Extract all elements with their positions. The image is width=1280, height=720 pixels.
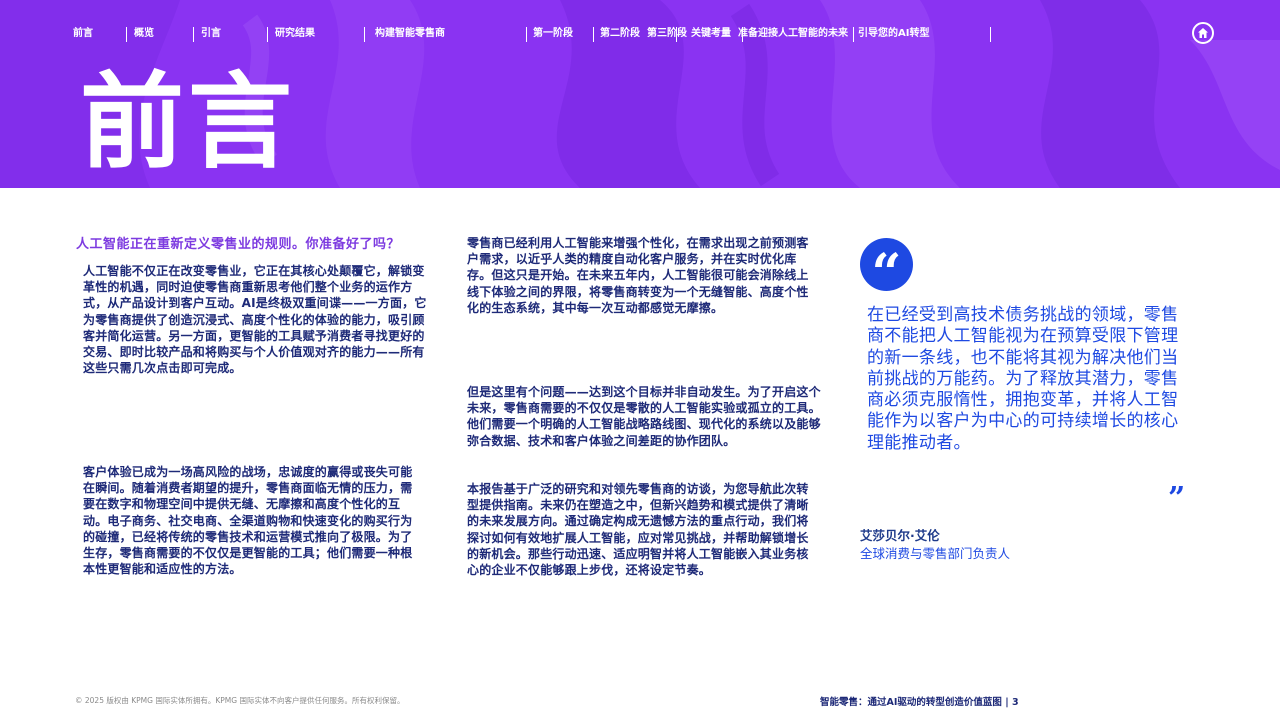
- left-paragraph-2: 客户体验已成为一场高风险的战场，忠诚度的赢得或丧失可能在瞬间。随着消费者期望的提…: [83, 465, 413, 577]
- nav-divider: [267, 27, 268, 42]
- nav-divider: [193, 27, 194, 42]
- nav-item-overview[interactable]: 概览: [134, 28, 154, 40]
- pull-quote: 在已经受到高技术债务挑战的领域，零售商不能把人工智能视为在预算受限下管理的新一条…: [867, 305, 1179, 453]
- nav-divider: [364, 27, 365, 42]
- left-paragraph-1: 人工智能不仅正在改变零售业，它正在其核心处颠覆它，解锁变革性的机遇，同时迫使零售…: [83, 264, 427, 376]
- nav-divider: [990, 27, 991, 42]
- home-icon: [1198, 28, 1208, 38]
- nav-divider: [853, 27, 854, 42]
- nav-divider: [526, 27, 527, 42]
- nav-item-preface[interactable]: 前言: [73, 28, 93, 40]
- nav-item-introduction[interactable]: 引言: [201, 28, 221, 40]
- footer-doc-title: 智能零售：通过AI驱动的转型创造价值蓝图 | 3: [820, 697, 1019, 708]
- nav-item-findings[interactable]: 研究结果: [275, 28, 315, 40]
- header-banner: 前言 概览 引言 研究结果 构建智能零售商 第一阶段 第二阶段 第三阶段 关键考…: [0, 0, 1280, 188]
- open-quote-glyph: “: [871, 242, 902, 304]
- nav-item-phase-three[interactable]: 第三阶段: [647, 28, 687, 40]
- middle-paragraph-2: 但是这里有个问题——达到这个目标并非自动发生。为了开启这个未来，零售商需要的不仅…: [467, 385, 821, 448]
- footer-copyright: © 2025 版权由 KPMG 国际实体所拥有。KPMG 国际实体不向客户提供任…: [75, 696, 405, 705]
- nav-divider: [676, 27, 677, 42]
- open-quote-icon: “: [860, 238, 913, 299]
- section-subheading: 人工智能正在重新定义零售业的规则。你准备好了吗？: [76, 237, 401, 252]
- nav-item-ai-transformation[interactable]: 引导您的AI转型: [858, 28, 929, 40]
- nav-divider: [126, 27, 127, 42]
- close-quote-icon: ”: [1168, 481, 1186, 516]
- middle-paragraph-1: 零售商已经利用人工智能来增强个性化，在需求出现之前预测客户需求，以近乎人类的精度…: [467, 236, 809, 315]
- nav-item-ai-future[interactable]: 准备迎接人工智能的未来: [738, 28, 848, 40]
- nav-item-phase-one[interactable]: 第一阶段: [533, 28, 573, 40]
- quote-author-role: 全球消费与零售部门负责人: [860, 546, 1011, 561]
- middle-paragraph-3: 本报告基于广泛的研究和对领先零售商的访谈，为您导航此次转型提供指南。未来仍在塑造…: [467, 482, 809, 578]
- nav-item-building-intelligent-retailer[interactable]: 构建智能零售商: [375, 28, 445, 40]
- nav-item-key-considerations[interactable]: 关键考量: [691, 28, 731, 40]
- quote-author-name: 艾莎贝尔·艾伦: [860, 528, 940, 543]
- nav-item-phase-two[interactable]: 第二阶段: [600, 28, 640, 40]
- home-button[interactable]: [1192, 22, 1214, 44]
- page-title: 前言: [80, 61, 297, 183]
- nav-divider: [593, 27, 594, 42]
